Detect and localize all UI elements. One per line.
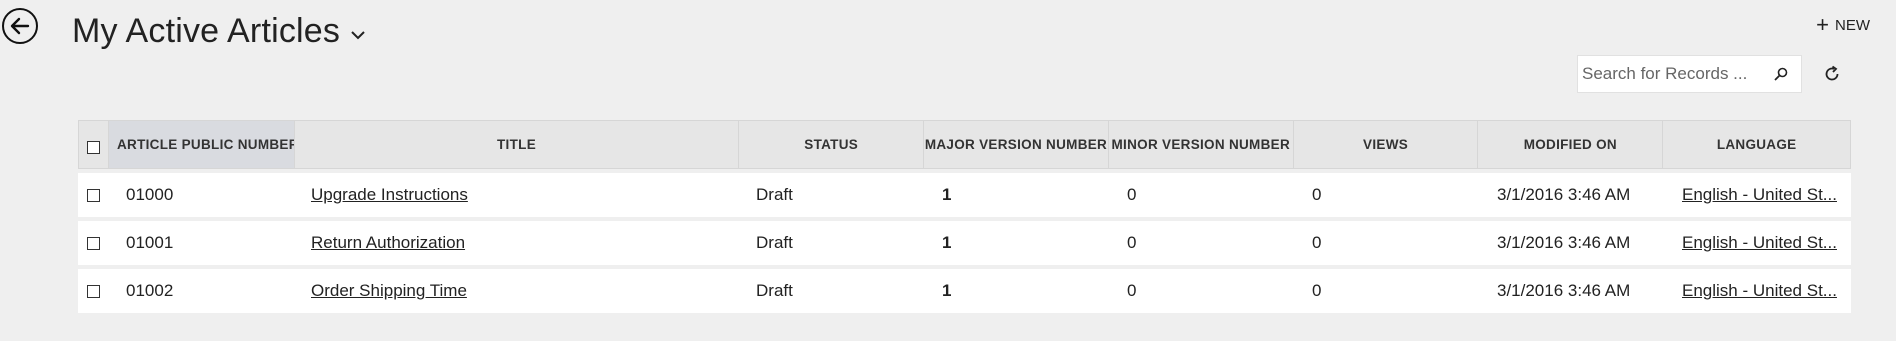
- column-header-major-version[interactable]: MAJOR VERSION NUMBER: [924, 121, 1109, 168]
- column-header-language[interactable]: LANGUAGE: [1663, 121, 1850, 168]
- minor-version: 0: [1127, 185, 1137, 204]
- column-header-label: VIEWS: [1363, 137, 1409, 152]
- major-version: 1: [942, 233, 952, 252]
- column-header-modified-on[interactable]: MODIFIED ON: [1478, 121, 1664, 168]
- column-header-label: MODIFIED ON: [1523, 137, 1617, 152]
- language-link[interactable]: English - United St...: [1682, 185, 1837, 205]
- column-header-minor-version[interactable]: MINOR VERSION NUMBER: [1109, 121, 1294, 168]
- status: Draft: [756, 233, 793, 252]
- views: 0: [1312, 185, 1322, 204]
- row-select-cell: [78, 284, 108, 298]
- column-header-views[interactable]: VIEWS: [1294, 121, 1479, 168]
- select-all-cell: [79, 121, 109, 168]
- row-checkbox[interactable]: [86, 284, 100, 298]
- search-icon[interactable]: [1773, 66, 1789, 82]
- column-header-label: STATUS: [804, 137, 859, 152]
- row-checkbox[interactable]: [86, 236, 100, 250]
- modified-on: 3/1/2016 3:46 AM: [1497, 281, 1631, 300]
- article-title-link[interactable]: Return Authorization: [311, 233, 465, 253]
- column-header-label: ARTICLE PUBLIC NUMBER: [116, 137, 295, 152]
- table-row[interactable]: 01000 Upgrade Instructions Draft 1 0 0 3…: [78, 173, 1851, 217]
- language-link[interactable]: English - United St...: [1682, 281, 1837, 301]
- row-select-cell: [78, 236, 108, 250]
- status: Draft: [756, 185, 793, 204]
- article-title-link[interactable]: Order Shipping Time: [311, 281, 467, 301]
- column-header-label: MAJOR VERSION NUMBER: [924, 137, 1108, 152]
- back-arrow-icon: [10, 17, 30, 35]
- article-number: 01002: [126, 281, 174, 300]
- column-header-label: MINOR VERSION NUMBER: [1111, 137, 1291, 152]
- row-select-cell: [78, 188, 108, 202]
- records-grid: ARTICLE PUBLIC NUMBER ▲ TITLE STATUS MAJ…: [78, 120, 1851, 313]
- major-version: 1: [942, 281, 952, 300]
- table-row[interactable]: 01001 Return Authorization Draft 1 0 0 3…: [78, 221, 1851, 265]
- search-box: [1577, 55, 1802, 93]
- column-header-label: TITLE: [497, 137, 537, 152]
- chevron-down-icon[interactable]: [350, 29, 366, 41]
- minor-version: 0: [1127, 233, 1137, 252]
- modified-on: 3/1/2016 3:46 AM: [1497, 185, 1631, 204]
- major-version: 1: [942, 185, 952, 204]
- plus-icon: +: [1816, 12, 1829, 37]
- column-header-article-public-number[interactable]: ARTICLE PUBLIC NUMBER ▲: [108, 121, 295, 168]
- column-header-title[interactable]: TITLE: [295, 121, 740, 168]
- modified-on: 3/1/2016 3:46 AM: [1497, 233, 1631, 252]
- select-all-checkbox[interactable]: [86, 141, 100, 154]
- views: 0: [1312, 233, 1322, 252]
- new-button-label: NEW: [1835, 16, 1870, 34]
- column-header-status[interactable]: STATUS: [739, 121, 925, 168]
- language-link[interactable]: English - United St...: [1682, 233, 1837, 253]
- search-input[interactable]: [1580, 58, 1764, 90]
- page-title: My Active Articles: [72, 12, 341, 50]
- back-button[interactable]: [2, 8, 38, 44]
- table-row[interactable]: 01002 Order Shipping Time Draft 1 0 0 3/…: [78, 269, 1851, 313]
- views: 0: [1312, 281, 1322, 300]
- article-number: 01000: [126, 185, 174, 204]
- status: Draft: [756, 281, 793, 300]
- article-title-link[interactable]: Upgrade Instructions: [311, 185, 468, 205]
- article-number: 01001: [126, 233, 174, 252]
- row-checkbox[interactable]: [86, 188, 100, 202]
- refresh-icon[interactable]: [1822, 64, 1842, 84]
- column-header-label: LANGUAGE: [1716, 137, 1797, 152]
- new-button[interactable]: + NEW: [1816, 12, 1870, 37]
- minor-version: 0: [1127, 281, 1137, 300]
- view-selector[interactable]: My Active Articles: [72, 12, 366, 51]
- grid-header: ARTICLE PUBLIC NUMBER ▲ TITLE STATUS MAJ…: [78, 120, 1851, 169]
